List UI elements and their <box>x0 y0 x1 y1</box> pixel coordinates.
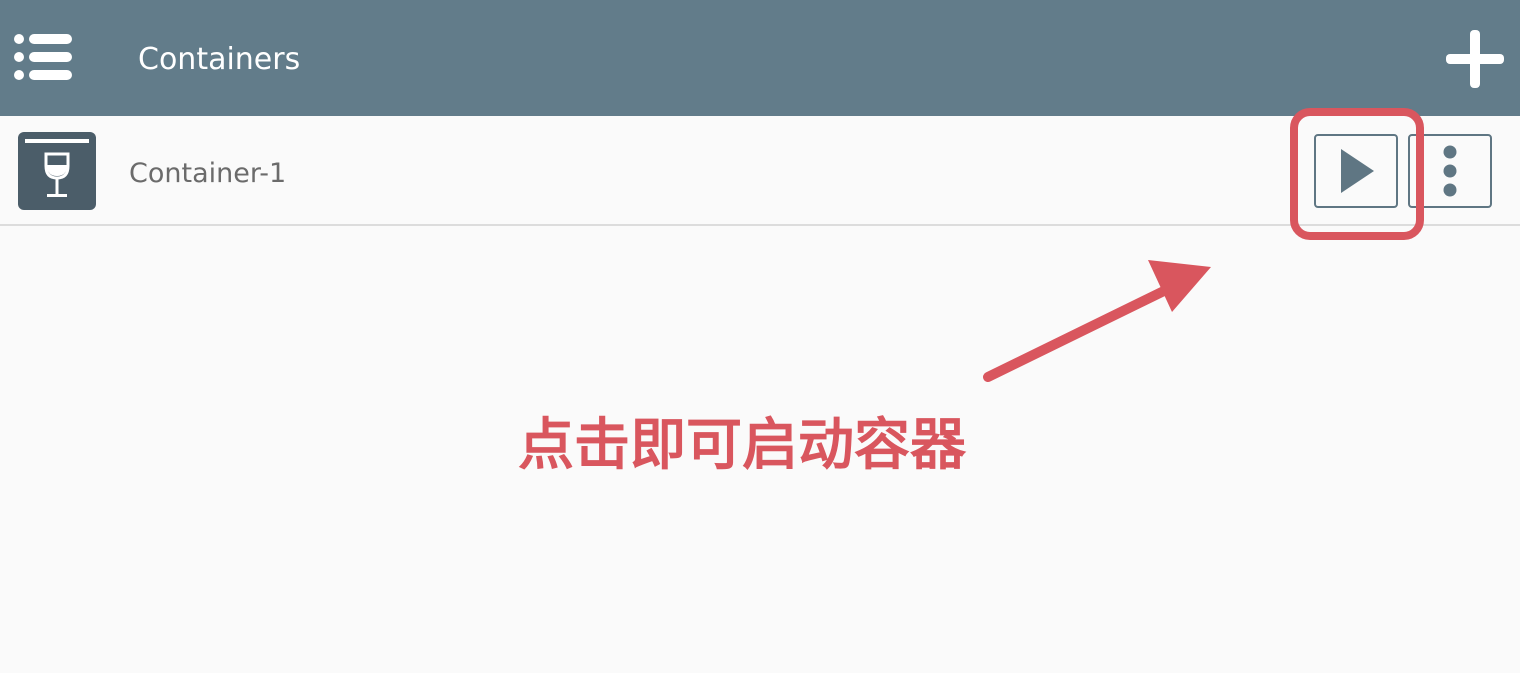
add-container-button[interactable] <box>1440 24 1510 94</box>
wine-glass-icon <box>18 132 96 210</box>
menu-list-icon <box>14 34 72 80</box>
more-options-button[interactable] <box>1408 134 1492 208</box>
more-vertical-icon <box>1443 145 1457 197</box>
container-list-item[interactable]: Container-1 <box>0 116 1520 226</box>
play-icon <box>1341 149 1374 193</box>
arrow-annotation <box>983 260 1211 382</box>
page-title: Containers <box>138 42 301 77</box>
annotation-text: 点击即可启动容器 <box>518 413 966 478</box>
container-icon <box>18 132 96 210</box>
plus-icon <box>1446 30 1504 88</box>
container-name: Container-1 <box>129 158 287 189</box>
start-container-button[interactable] <box>1314 134 1398 208</box>
menu-button[interactable] <box>10 28 76 86</box>
app-bar: Containers <box>0 0 1520 116</box>
